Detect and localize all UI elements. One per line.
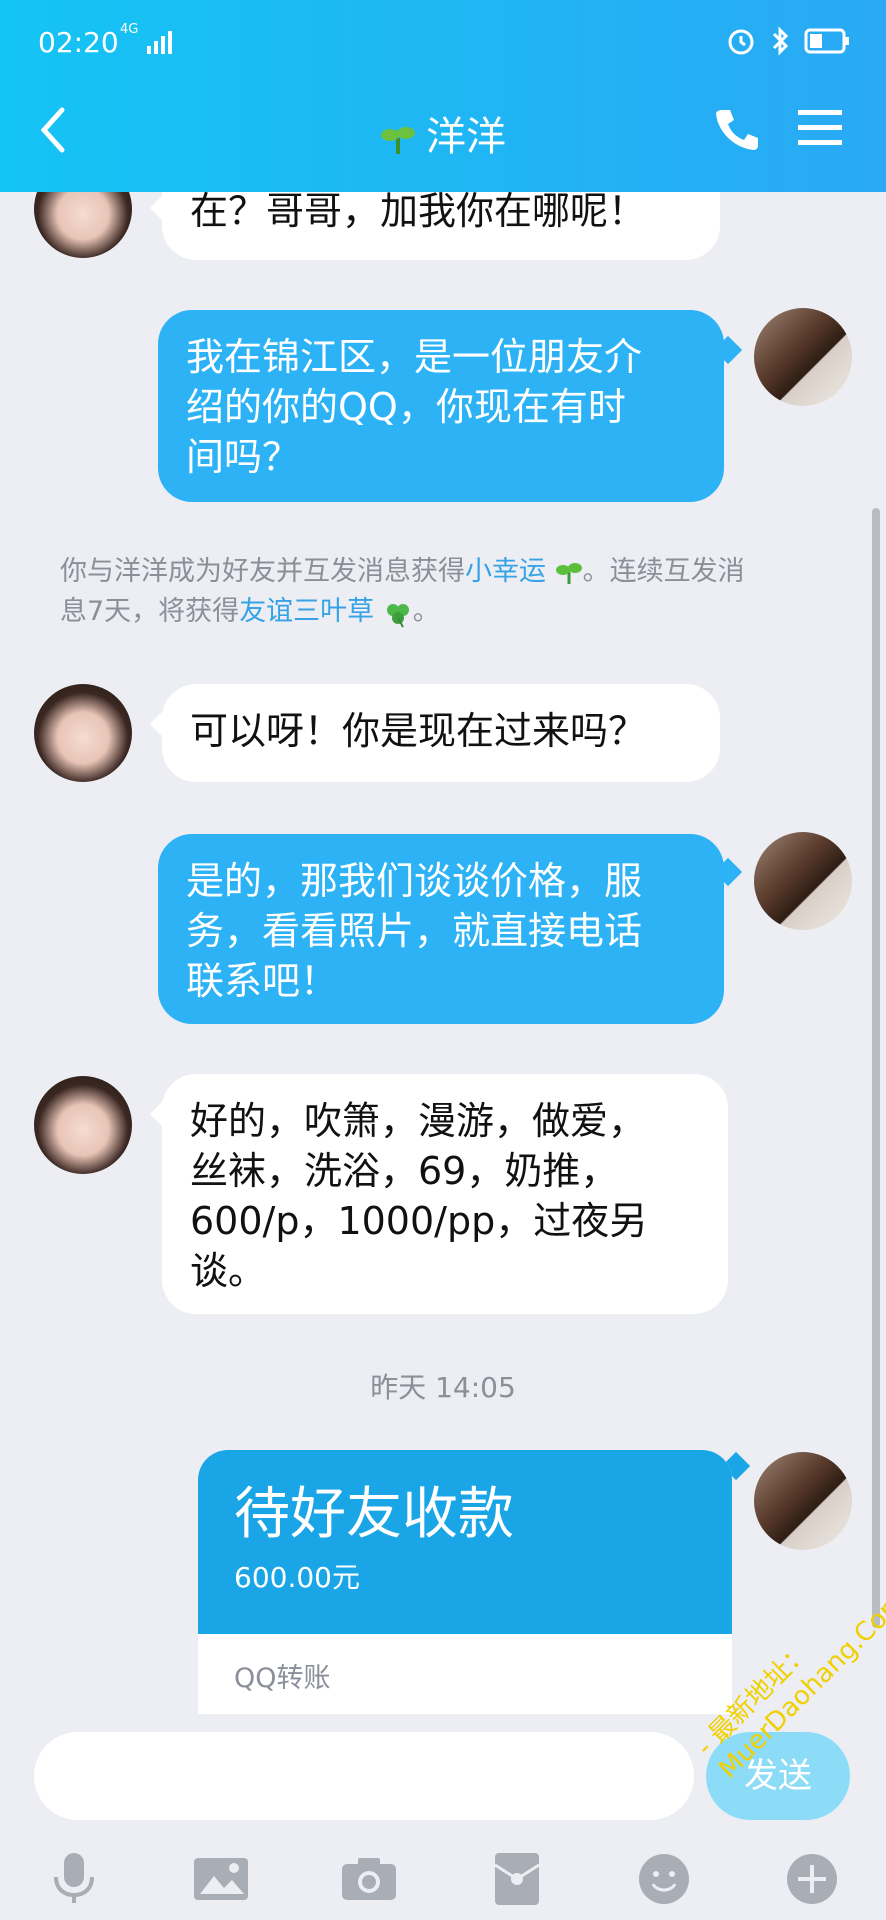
clover-link[interactable]: 友谊三叶草: [239, 596, 374, 627]
my-avatar[interactable]: [754, 832, 852, 930]
transfer-title: 待好友收款: [234, 1482, 514, 1547]
message-line: 好的，吹箫，漫游，做爱，: [190, 1099, 647, 1143]
chat-title[interactable]: 洋洋: [426, 114, 506, 160]
timestamp: 昨天 14:05: [370, 1371, 516, 1404]
alarm-icon: [728, 29, 754, 55]
friend-avatar[interactable]: [34, 684, 132, 782]
bluetooth-icon: [772, 26, 789, 56]
scrollbar[interactable]: [872, 508, 880, 1628]
message-line: 丝袜，洗浴，69，奶推，: [190, 1149, 619, 1193]
message-line: 绍的你的QQ，你现在有时: [186, 385, 626, 429]
message-line: 我在锦江区，是一位朋友介: [186, 335, 643, 379]
image-icon[interactable]: [191, 1849, 251, 1909]
mic-icon[interactable]: [44, 1849, 104, 1909]
message-line: 联系吧！: [186, 959, 339, 1003]
plus-icon[interactable]: [782, 1849, 842, 1909]
sprout-icon: [381, 127, 415, 154]
emoji-icon[interactable]: [634, 1849, 694, 1909]
phone-icon[interactable]: [712, 104, 760, 154]
message-input[interactable]: [34, 1732, 694, 1820]
message-bubble[interactable]: 我在锦江区，是一位朋友介 绍的你的QQ，你现在有时 间吗？: [158, 310, 724, 502]
battery-icon: [804, 28, 849, 54]
camera-icon[interactable]: [339, 1849, 399, 1909]
network-type: 4G: [120, 22, 139, 37]
message-text: 在？哥哥，加我你在哪呢！: [190, 189, 647, 233]
message-line: 间吗？: [186, 435, 301, 479]
red-packet-icon[interactable]: [487, 1849, 547, 1909]
status-time: 02:20: [38, 26, 119, 59]
message-bubble[interactable]: 是的，那我们谈谈价格，服 务，看看照片，就直接电话 联系吧！: [158, 834, 724, 1024]
transfer-footer: QQ转账: [234, 1663, 331, 1694]
message-text: 可以呀！你是现在过来吗？: [190, 709, 647, 753]
message-line: 谈。: [190, 1249, 267, 1293]
transfer-amount: 600.00元: [234, 1561, 360, 1594]
clover-icon: [386, 603, 409, 627]
message-line: 600/p，1000/pp，过夜另: [190, 1199, 648, 1243]
menu-icon[interactable]: [798, 108, 842, 148]
transfer-card[interactable]: 待好友收款 600.00元 QQ转账: [198, 1450, 732, 1714]
system-notice: 你与洋洋成为好友并互发消息获得小幸运 。连续互发消 息7天，将获得友谊三叶草 。: [60, 556, 745, 627]
toolbar: [0, 1844, 886, 1914]
message-line: 务，看看照片，就直接电话: [186, 909, 643, 953]
my-avatar[interactable]: [754, 308, 852, 406]
lucky-link[interactable]: 小幸运: [465, 556, 546, 587]
message-bubble[interactable]: 可以呀！你是现在过来吗？: [162, 684, 720, 782]
my-avatar[interactable]: [754, 1452, 852, 1550]
sprout-icon: [555, 562, 582, 584]
friend-avatar[interactable]: [34, 1076, 132, 1174]
message-bubble[interactable]: 好的，吹箫，漫游，做爱， 丝袜，洗浴，69，奶推， 600/p，1000/pp，…: [162, 1074, 728, 1314]
chat-area[interactable]: 在？哥哥，加我你在哪呢！ 我在锦江区，是一位朋友介 绍的你的QQ，你现在有时 间…: [0, 0, 886, 1720]
header-bar: 02:20 4G 洋洋: [0, 0, 886, 192]
message-line: 是的，那我们谈谈价格，服: [186, 859, 643, 903]
signal-icon: [147, 31, 172, 54]
